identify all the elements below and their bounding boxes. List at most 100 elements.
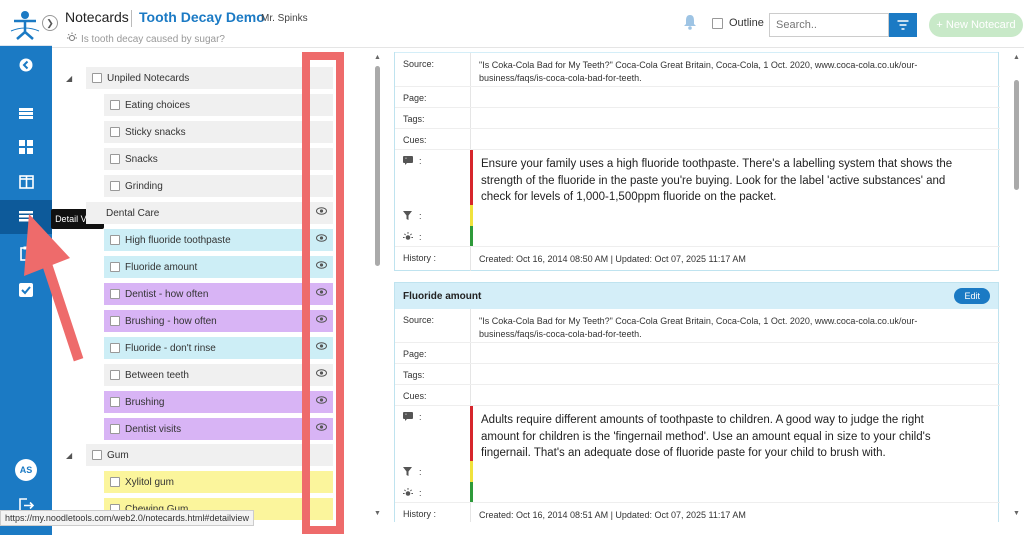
scroll-down-arrow-icon[interactable]: ▼ [374, 510, 381, 517]
outline-label: Outline [729, 17, 764, 29]
card-checkbox[interactable] [110, 262, 120, 272]
tree-card-item[interactable]: Sticky snacks [104, 121, 333, 143]
pile-label: Unpiled Notecards [107, 72, 190, 84]
row-divider [470, 87, 471, 107]
source-label: Source: [403, 315, 435, 325]
row-divider [470, 309, 471, 342]
ideas-colon: : [419, 232, 422, 242]
tree-card-item[interactable]: Brushing [104, 391, 333, 413]
pile-gum[interactable]: ◢ Gum [66, 444, 333, 466]
expand-triangle-icon[interactable]: ◢ [66, 74, 72, 83]
tree-card-item[interactable]: Fluoride - don't rinse [104, 337, 333, 359]
research-question-text: Is tooth decay caused by sugar? [81, 34, 225, 45]
cues-row: Cues: [395, 129, 1000, 150]
project-title[interactable]: Tooth Decay Demo [139, 9, 265, 25]
ideas-bar [470, 482, 473, 502]
back-arrow-icon[interactable] [0, 48, 52, 82]
card-checkbox[interactable] [110, 343, 120, 353]
card-checkbox[interactable] [110, 477, 120, 487]
paraphrase-bar [470, 461, 473, 482]
quote-text[interactable]: Adults require different amounts of toot… [481, 412, 961, 462]
tree-card-item[interactable]: High fluoride toothpaste [104, 229, 333, 251]
notecard-detail: Source: "Is Coka-Cola Bad for My Teeth?" … [394, 52, 1000, 271]
search-input[interactable] [769, 13, 889, 37]
top-header: Notecards Tooth Decay Demo Mr. Spinks Is… [52, 0, 1024, 48]
scroll-up-arrow-icon[interactable]: ▲ [374, 54, 381, 61]
tree-card-item[interactable]: Between teeth [104, 364, 333, 386]
tree-card-item[interactable]: Fluoride amount [104, 256, 333, 278]
card-checkbox[interactable] [110, 100, 120, 110]
source-label: Source: [403, 59, 435, 69]
card-checkbox[interactable] [110, 181, 120, 191]
outline-checkbox[interactable] [712, 17, 723, 29]
card-checkbox[interactable] [110, 235, 120, 245]
quote-colon: : [419, 412, 422, 422]
history-label: History : [403, 253, 437, 263]
card-checkbox[interactable] [110, 127, 120, 137]
card-label: Fluoride amount [125, 261, 198, 273]
lightbulb-icon [66, 32, 78, 43]
pile-checkbox[interactable] [92, 73, 102, 83]
scroll-up-arrow-icon[interactable]: ▲ [1013, 54, 1020, 61]
row-divider [470, 385, 471, 405]
research-question[interactable]: Is tooth decay caused by sugar? [66, 32, 225, 45]
source-text[interactable]: "Is Coka-Cola Bad for My Teeth?" Coca-Co… [479, 59, 979, 85]
clipboard-icon[interactable] [0, 236, 52, 270]
row-divider [470, 108, 471, 128]
card-checkbox[interactable] [110, 397, 120, 407]
tags-label: Tags: [403, 114, 425, 124]
card-checkbox[interactable] [110, 370, 120, 380]
filter-icon [897, 20, 909, 30]
cards-scrollbar[interactable]: ▲ ▼ [1011, 52, 1021, 522]
paraphrase-colon: : [419, 467, 422, 477]
history-text: Created: Oct 16, 2014 08:51 AM | Updated… [479, 510, 746, 520]
card-label: Fluoride - don't rinse [125, 342, 216, 354]
card-checkbox[interactable] [110, 424, 120, 434]
pile-dental-care[interactable]: Dental Care [86, 202, 333, 224]
pile-checkbox[interactable] [92, 450, 102, 460]
tree-card-item[interactable]: Eating choices [104, 94, 333, 116]
split-view-icon[interactable] [0, 165, 52, 199]
card-checkbox[interactable] [110, 316, 120, 326]
card-label: High fluoride toothpaste [125, 234, 231, 246]
scroll-down-arrow-icon[interactable]: ▼ [1013, 510, 1020, 517]
sources-stack-icon[interactable] [0, 96, 52, 130]
tree-card-item[interactable]: Snacks [104, 148, 333, 170]
quote-text[interactable]: Ensure your family uses a high fluoride … [481, 156, 961, 206]
card-checkbox[interactable] [110, 289, 120, 299]
source-text[interactable]: "Is Coka-Cola Bad for My Teeth?" Coca-Co… [479, 315, 979, 341]
tree-card-item[interactable]: Grinding [104, 175, 333, 197]
tree-card-item[interactable]: Xylitol gum [104, 471, 333, 493]
history-row: History : Created: Oct 16, 2014 08:51 AM … [395, 503, 1000, 522]
cards-scroll-thumb[interactable] [1014, 80, 1019, 190]
tree-card-item[interactable]: Dentist visits [104, 418, 333, 440]
checklist-icon[interactable] [0, 273, 52, 307]
tile-view-icon[interactable] [0, 130, 52, 164]
quote-icon: “ [403, 412, 413, 423]
tree-card-item[interactable]: Brushing - how often [104, 310, 333, 332]
expand-triangle-icon[interactable]: ◢ [66, 451, 72, 460]
history-label: History : [403, 509, 437, 519]
outline-toggle[interactable]: Outline [712, 17, 764, 29]
tree-card-item[interactable]: Dentist - how often [104, 283, 333, 305]
tree-scrollbar[interactable]: ▲ ▼ [372, 52, 382, 522]
pile-unpiled[interactable]: ◢ Unpiled Notecards [66, 67, 333, 89]
user-avatar[interactable]: AS [15, 459, 37, 481]
card-label: Snacks [125, 153, 158, 165]
edit-button[interactable]: Edit [954, 288, 990, 304]
tree-scroll-thumb[interactable] [375, 66, 380, 266]
row-divider [470, 503, 471, 522]
history-text: Created: Oct 16, 2014 08:50 AM | Updated… [479, 254, 746, 264]
teacher-name: Mr. Spinks [261, 13, 308, 24]
paraphrase-row: : [395, 205, 1000, 226]
card-checkbox[interactable] [110, 154, 120, 164]
bell-icon[interactable] [683, 14, 697, 33]
annotation-highlight-box [302, 52, 344, 534]
row-divider [470, 364, 471, 384]
new-notecard-button[interactable]: + New Notecard [929, 13, 1023, 37]
filter-button[interactable] [889, 13, 917, 37]
row-divider [470, 53, 471, 86]
tags-row: Tags: [395, 108, 1000, 129]
card-label: Eating choices [125, 99, 191, 111]
detail-view-icon[interactable] [0, 200, 52, 234]
